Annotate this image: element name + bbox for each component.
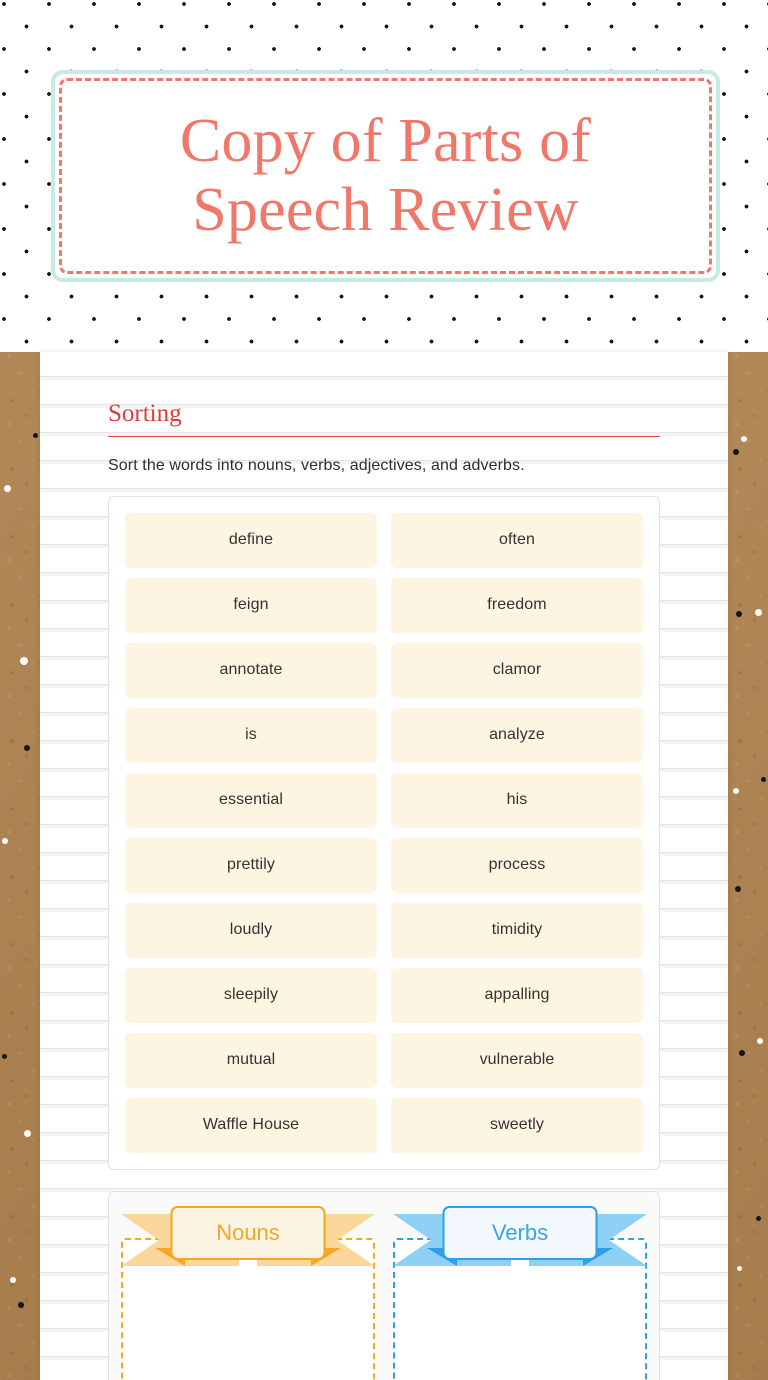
cork-speckle [739,1050,745,1056]
word-tile[interactable]: mutual [125,1032,377,1088]
word-tile[interactable]: essential [125,772,377,828]
word-tile[interactable]: clamor [391,642,643,698]
word-tile[interactable]: annotate [125,642,377,698]
section-instructions: Sort the words into nouns, verbs, adject… [108,456,525,474]
word-tile[interactable]: process [391,837,643,893]
word-tile[interactable]: loudly [125,902,377,958]
category-column-nouns: Nouns [121,1205,375,1380]
cork-texture-left [0,352,40,1380]
category-drop-card: Nouns Verbs [108,1190,660,1380]
cork-speckle [733,788,739,794]
word-tile[interactable]: timidity [391,902,643,958]
cork-speckle [741,436,747,442]
word-tile[interactable]: prettily [125,837,377,893]
word-tile[interactable]: feign [125,577,377,633]
worksheet-content: Sorting Sort the words into nouns, verbs… [40,352,728,1380]
word-tile[interactable]: vulnerable [391,1032,643,1088]
cork-speckle [736,611,742,617]
word-tile[interactable]: analyze [391,707,643,763]
cork-speckle [2,838,8,844]
worksheet-title-inner-border: Copy of Parts of Speech Review [59,78,712,274]
word-bank-grid: define often feign freedom annotate clam… [125,512,643,1153]
word-tile[interactable]: appalling [391,967,643,1023]
word-tile[interactable]: define [125,512,377,568]
word-tile[interactable]: freedom [391,577,643,633]
cork-speckle [2,1054,7,1059]
section-heading: Sorting [108,400,182,427]
word-tile[interactable]: sweetly [391,1097,643,1153]
category-banner-verbs: Verbs [393,1205,647,1268]
word-bank-card: define often feign freedom annotate clam… [108,495,660,1170]
lined-paper-sheet: Sorting Sort the words into nouns, verbs… [40,352,728,1380]
worksheet-title-box: Copy of Parts of Speech Review [51,70,720,282]
cork-speckle [20,657,28,665]
cork-speckle [756,1216,761,1221]
word-tile[interactable]: his [391,772,643,828]
cork-speckle [24,1130,31,1137]
cork-speckle [18,1302,24,1308]
cork-speckle [737,1266,742,1271]
cork-speckle [24,745,30,751]
cork-speckle [755,609,762,616]
section-divider [108,435,660,437]
word-tile[interactable]: Waffle House [125,1097,377,1153]
category-label-verbs: Verbs [442,1205,598,1260]
cork-texture-right [728,352,768,1380]
worksheet-title: Copy of Parts of Speech Review [179,106,592,244]
category-grid: Nouns Verbs [121,1205,647,1380]
category-banner-nouns: Nouns [121,1205,375,1268]
cork-speckle [735,886,741,892]
cork-speckle [733,449,739,455]
word-tile[interactable]: often [391,512,643,568]
category-label-nouns: Nouns [170,1205,326,1260]
word-tile[interactable]: is [125,707,377,763]
cork-speckle [761,777,766,782]
cork-speckle [757,1038,763,1044]
word-tile[interactable]: sleepily [125,967,377,1023]
category-column-verbs: Verbs [393,1205,647,1380]
cork-speckle [10,1277,16,1283]
cork-speckle [4,485,11,492]
cork-speckle [33,433,38,438]
